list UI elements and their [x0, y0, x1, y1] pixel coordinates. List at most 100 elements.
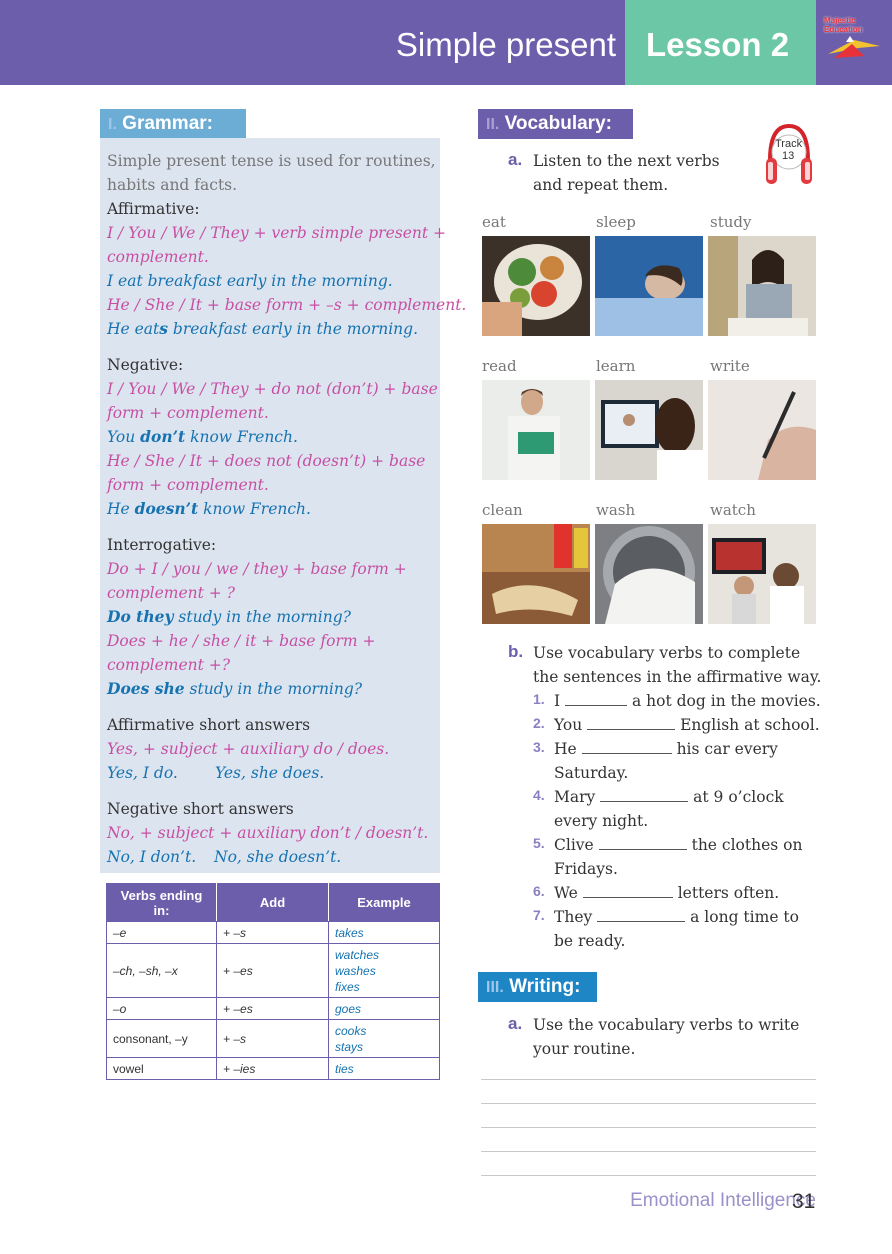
vocab-label-wash: wash — [596, 501, 636, 519]
sentence-1-blank[interactable] — [565, 690, 628, 706]
writing-section-tag: III. Writing: — [478, 972, 597, 1002]
lesson-badge: Lesson 2 — [625, 0, 816, 85]
vocabulary-section-number: II. — [486, 116, 500, 133]
sentence-number-4: 4. — [533, 787, 545, 803]
photo-clean — [482, 524, 590, 624]
affirmative-heading: Affirmative: — [107, 200, 200, 218]
sentence-4-continuation: every night. — [554, 812, 649, 830]
neg-ex2-a: He — [107, 500, 135, 518]
interrogative-example-2: Does she study in the morning? — [107, 677, 362, 701]
int-ex2-b: study in the morning? — [184, 680, 363, 698]
example-word: watches — [335, 947, 380, 962]
table-cell-example: goes — [328, 997, 440, 1020]
example-word: fixes — [335, 979, 360, 994]
interrogative-rule-4: complement +? — [107, 656, 231, 674]
sentence-2-pre: You — [554, 716, 583, 734]
sentence-7-blank[interactable] — [597, 906, 686, 922]
activity-a-line-1: Listen to the next verbs — [533, 152, 720, 170]
sentence-7: They a long time to — [554, 905, 799, 929]
vocab-label-eat: eat — [482, 213, 506, 231]
negative-rule-2: form + complement. — [107, 404, 269, 422]
photo-eat — [482, 236, 590, 336]
sentence-number-5: 5. — [533, 835, 545, 851]
affirmative-short-example-1: Yes, I do. — [107, 764, 178, 782]
grammar-section-tag: I. Grammar: — [100, 109, 246, 139]
sentence-4-post: at 9 o’clock — [693, 788, 784, 806]
sentence-3-continuation: Saturday. — [554, 764, 629, 782]
affirmative-short-rule: Yes, + subject + auxiliary do / does. — [107, 740, 390, 758]
vocab-label-clean: clean — [482, 501, 523, 519]
sentence-1-post: a hot dog in the movies. — [632, 692, 821, 710]
sentence-1: I a hot dog in the movies. — [554, 689, 821, 713]
sentence-4-blank[interactable] — [600, 786, 689, 802]
sentence-6-pre: We — [554, 884, 578, 902]
sentence-3-pre: He — [554, 740, 577, 758]
sentence-3-blank[interactable] — [581, 738, 672, 754]
aff-ex2-c: breakfast early in the morning. — [168, 320, 419, 338]
table-cell-add: + –es — [216, 943, 329, 998]
sentence-number-1: 1. — [533, 691, 545, 707]
table-header-add: Add — [216, 883, 329, 922]
writing-line[interactable] — [481, 1103, 816, 1104]
interrogative-rule-3: Does + he / she / it + base form + — [107, 632, 376, 650]
activity-b-line-1: Use vocabulary verbs to complete — [533, 644, 801, 662]
table-cell-example: ties — [328, 1057, 440, 1080]
interrogative-rule-2: complement + ? — [107, 584, 235, 602]
table-header-row: Verbs ending in: Add Example — [106, 883, 440, 922]
sentence-6: We letters often. — [554, 881, 779, 905]
lesson-label: Lesson 2 — [646, 26, 790, 63]
sentence-number-7: 7. — [533, 907, 545, 923]
negative-example-1: You don’t know French. — [107, 425, 298, 449]
writing-line[interactable] — [481, 1175, 816, 1176]
activity-a-letter: a. — [508, 150, 523, 169]
sentence-3-post: his car every — [676, 740, 778, 758]
table-row: –o + –es goes — [106, 997, 440, 1020]
sentence-number-2: 2. — [533, 715, 545, 731]
writing-line[interactable] — [481, 1079, 816, 1080]
photo-learn — [595, 380, 703, 480]
example-word: goes — [335, 1001, 362, 1016]
interrogative-rule-1: Do + I / you / we / they + base form + — [107, 560, 407, 578]
grammar-section-label: Grammar: — [122, 113, 213, 134]
example-word: takes — [335, 925, 364, 940]
table-cell-ending: –ch, –sh, –x — [106, 943, 217, 998]
photo-wash — [595, 524, 703, 624]
sentence-6-blank[interactable] — [582, 882, 673, 898]
negative-example-2: He doesn’t know French. — [107, 497, 311, 521]
sentence-4-pre: Mary — [554, 788, 596, 806]
page-title: Simple present — [395, 26, 616, 63]
affirmative-short-example-2: Yes, she does. — [215, 764, 325, 782]
aff-ex2-b: s — [159, 319, 168, 338]
sentence-2-post: English at school. — [680, 716, 820, 734]
sentence-1-pre: I — [554, 692, 561, 710]
footer-book-title: Emotional Intelligence — [630, 1190, 816, 1211]
affirmative-rule-3: He / She / It + base form + –s + complem… — [107, 296, 467, 314]
sentence-5-blank[interactable] — [598, 834, 687, 850]
table-cell-ending: –o — [106, 997, 217, 1020]
sentence-2: You English at school. — [554, 713, 820, 737]
sentence-7-continuation: be ready. — [554, 932, 626, 950]
audio-track-icon[interactable]: Track 13 — [764, 120, 814, 188]
sentence-7-pre: They — [554, 908, 593, 926]
writing-section-label: Writing: — [509, 976, 581, 997]
writing-line[interactable] — [481, 1151, 816, 1152]
grammar-intro-1: Simple present tense is used for routine… — [107, 152, 436, 170]
table-row: vowel + –ies ties — [106, 1057, 440, 1080]
neg-ex1-c: know French. — [185, 428, 298, 446]
grammar-section-number: I. — [108, 116, 117, 133]
affirmative-example-2: He eats breakfast early in the morning. — [107, 317, 418, 341]
table-cell-add: + –ies — [216, 1057, 329, 1080]
table-cell-add: + –s — [216, 1019, 329, 1058]
int-ex1-a: Do they — [107, 607, 174, 626]
logo-line1: Majestic — [824, 16, 856, 25]
writing-line[interactable] — [481, 1127, 816, 1128]
page-header: Simple present Lesson 2 Majestic Educati… — [0, 0, 892, 85]
table-row: –ch, –sh, –x + –es watches washes fixes — [106, 943, 440, 998]
affirmative-rule-2: complement. — [107, 248, 209, 266]
negative-rule-3: He / She / It + does not (doesn’t) + bas… — [107, 452, 426, 470]
int-ex1-b: study in the morning? — [173, 608, 351, 626]
negative-short-rule: No, + subject + auxiliary don’t / doesn’… — [107, 824, 429, 842]
table-row: consonant, –y + –s cooks stays — [106, 1019, 440, 1058]
sentence-2-blank[interactable] — [587, 714, 676, 730]
track-label: Track — [775, 138, 803, 150]
